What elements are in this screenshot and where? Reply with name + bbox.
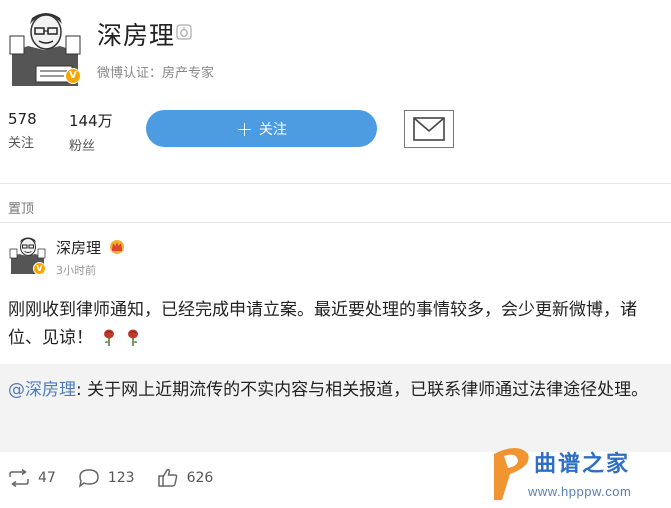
envelope-icon	[413, 117, 445, 141]
watermark-brand: 曲谱之家	[534, 452, 631, 477]
followers-count: 144万	[69, 112, 113, 130]
like-button[interactable]: 626	[157, 468, 214, 488]
following-count: 578	[8, 110, 37, 128]
verified-badge-icon: V	[65, 68, 81, 84]
profile-name: 深房理	[97, 21, 176, 50]
mention-link[interactable]: @深房理	[8, 380, 76, 400]
following-label: 关注	[8, 136, 35, 151]
rose-icon	[104, 329, 115, 346]
comment-count: 123	[107, 470, 135, 486]
rose-icon	[127, 329, 138, 346]
thumbs-up-icon	[157, 468, 177, 487]
quoted-post-content: @深房理: 关于网上近期流传的不实内容与相关报道，已联系律师通过法律途径处理。	[8, 376, 658, 404]
post-verified-badge-icon: V	[33, 262, 46, 275]
like-count: 626	[186, 470, 214, 486]
crown-badge-icon	[110, 240, 124, 254]
gender-icon	[176, 24, 192, 40]
message-button[interactable]	[404, 110, 454, 148]
repost-icon	[9, 469, 29, 487]
post-body: 刚刚收到律师通知，已经完成申请立案。最近要处理的事情较多，会少更新微博，诸位、见…	[8, 296, 663, 352]
follow-button[interactable]: + 关注	[146, 110, 377, 147]
header-divider	[0, 183, 671, 184]
verification-text: 微博认证：房产专家	[97, 66, 215, 81]
followers-label: 粉丝	[69, 139, 96, 154]
post-actions: 47 123 626	[0, 468, 235, 488]
comment-icon	[78, 469, 99, 488]
post-timestamp[interactable]: 3小时前	[56, 262, 96, 278]
pinned-divider	[0, 222, 671, 223]
followers-stat[interactable]: 144万 粉丝	[69, 110, 113, 154]
watermark-url: www.hpppw.com	[528, 484, 632, 499]
quoted-post-text: : 关于网上近期流传的不实内容与相关报道，已联系律师通过法律途径处理。	[76, 380, 649, 400]
following-stat[interactable]: 578 关注	[8, 110, 37, 151]
plus-icon: +	[236, 116, 253, 141]
post-author-name[interactable]: 深房理	[56, 237, 101, 258]
follow-button-label: 关注	[258, 121, 287, 138]
repost-button[interactable]: 47	[8, 469, 56, 487]
comment-button[interactable]: 123	[78, 468, 135, 488]
pinned-label: 置顶	[8, 202, 35, 217]
repost-count: 47	[38, 470, 56, 486]
